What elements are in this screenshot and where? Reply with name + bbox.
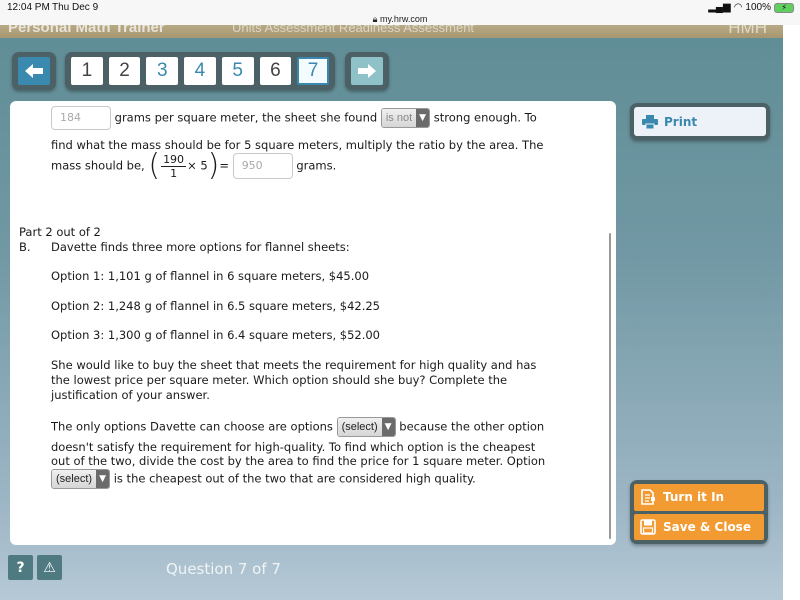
ios-status-bar: 12:04 PM Thu Dec 9 🔒︎ my.hrw.com ▂▄▆ ◠ 1… xyxy=(0,0,800,25)
part1-text2: strong enough. To xyxy=(433,110,537,125)
part-letter: B. xyxy=(19,240,31,254)
answer-text-a: The only options Davette can choose are … xyxy=(51,419,333,434)
prev-question-button[interactable] xyxy=(18,57,50,85)
next-group xyxy=(345,52,389,90)
status-time: 12:04 PM xyxy=(7,2,50,13)
report-problem-button[interactable]: ⚠ xyxy=(37,555,62,580)
part1-line3: mass should be, (190 1 × 5)= 950 grams. xyxy=(51,151,336,181)
page-button-2[interactable]: 2 xyxy=(108,57,141,85)
option-3: Option 3: 1,300 g of flannel in 6.4 squa… xyxy=(51,328,380,342)
strength-dropdown-value: is not xyxy=(381,109,417,127)
page-button-6[interactable]: 6 xyxy=(259,57,292,85)
part2-intro: Davette finds three more options for fla… xyxy=(51,240,350,254)
mass-input[interactable]: 950 xyxy=(232,153,293,179)
times-five: × 5 xyxy=(187,158,208,173)
question-panel: 184 grams per square meter, the sheet sh… xyxy=(10,101,616,545)
page-button-7[interactable]: 7 xyxy=(297,57,329,85)
answer-text-e: is the cheapest out of the two that are … xyxy=(113,471,476,486)
save-close-button[interactable]: Save & Close xyxy=(634,513,764,540)
part1-line1: 184 grams per square meter, the sheet sh… xyxy=(51,106,537,130)
turn-it-in-label: Turn it In xyxy=(663,490,725,505)
status-date: Thu Dec 9 xyxy=(52,2,99,13)
part-label: Part 2 out of 2 xyxy=(19,225,101,239)
app-header: Personal Math Trainer Units Assessment R… xyxy=(0,25,783,38)
arrow-left-icon xyxy=(25,64,43,78)
warning-icon: ⚠ xyxy=(43,559,56,576)
print-group: Print xyxy=(630,103,770,140)
brand-logo: HMH xyxy=(728,25,767,37)
grams-per-sqm-input[interactable]: 184 xyxy=(51,106,111,130)
status-indicators: ▂▄▆ ◠ 100% ⚡︎ xyxy=(708,2,794,13)
lock-icon: 🔒︎ xyxy=(372,14,378,24)
url-text: my.hrw.com xyxy=(379,14,428,24)
option-2: Option 2: 1,248 g of flannel in 6.5 squa… xyxy=(51,299,380,313)
page-button-4[interactable]: 4 xyxy=(184,57,216,85)
arrow-right-icon xyxy=(358,64,376,78)
answer-text-b: because the other option xyxy=(399,419,545,434)
equals-sign: = xyxy=(219,158,230,173)
next-question-button[interactable] xyxy=(351,57,383,85)
question-pagination: 1 2 3 4 5 6 7 xyxy=(65,52,335,90)
question-line-3: justification of your answer. xyxy=(51,388,210,402)
options-dropdown-value: (select) xyxy=(337,418,382,436)
question-line-2: the lowest price per square meter. Which… xyxy=(51,373,508,387)
fraction-numerator: 190 xyxy=(161,152,187,167)
print-label: Print xyxy=(664,114,698,129)
strength-dropdown[interactable]: is not ▼ xyxy=(380,108,431,128)
options-dropdown[interactable]: (select) ▼ xyxy=(336,417,396,437)
question-line-1: She would like to buy the sheet that mee… xyxy=(51,358,537,372)
page-button-5[interactable]: 5 xyxy=(221,57,254,85)
printer-icon xyxy=(642,114,658,129)
save-close-label: Save & Close xyxy=(663,519,751,534)
help-icon: ? xyxy=(16,559,25,576)
cheapest-option-dropdown-value: (select) xyxy=(52,470,97,488)
app-menu[interactable]: Units Assessment Readiness Assessment xyxy=(232,25,474,35)
help-button[interactable]: ? xyxy=(8,555,33,580)
answer-line-1: The only options Davette can choose are … xyxy=(51,417,544,437)
question-counter: Question 7 of 7 xyxy=(166,560,281,578)
prev-group xyxy=(12,52,56,90)
part1-line3-suffix: grams. xyxy=(296,158,337,173)
paren-close: ) xyxy=(207,148,220,183)
submit-actions: Turn it In Save & Close xyxy=(630,480,768,544)
fraction-denominator: 1 xyxy=(170,166,178,180)
fraction: 190 1 xyxy=(161,152,187,180)
answer-line-3: out of the two, divide the cost by the a… xyxy=(51,454,546,468)
chevron-down-icon: ▼ xyxy=(381,418,395,436)
floppy-disk-icon xyxy=(640,518,656,535)
option-1: Option 1: 1,101 g of flannel in 6 square… xyxy=(51,269,370,283)
paren-open: ( xyxy=(148,148,161,183)
scrollbar[interactable] xyxy=(609,233,611,539)
turn-it-in-button[interactable]: Turn it In xyxy=(634,484,764,511)
battery-icon: ⚡︎ xyxy=(774,2,794,13)
document-submit-icon xyxy=(641,489,655,506)
app-title: Personal Math Trainer xyxy=(8,25,165,36)
chevron-down-icon: ▼ xyxy=(96,470,110,488)
part1-line3-prefix: mass should be, xyxy=(51,158,145,173)
battery-percent: 100% xyxy=(745,2,771,13)
page-button-3[interactable]: 3 xyxy=(146,57,179,85)
url-bar[interactable]: 🔒︎ my.hrw.com xyxy=(0,14,800,25)
signal-icon: ▂▄▆ xyxy=(708,2,731,13)
part1-text1: grams per square meter, the sheet she fo… xyxy=(114,110,378,125)
print-button[interactable]: Print xyxy=(634,107,766,136)
app-window: Personal Math Trainer Units Assessment R… xyxy=(0,25,783,600)
page-button-1[interactable]: 1 xyxy=(71,57,103,85)
answer-line-4: (select) ▼ is the cheapest out of the tw… xyxy=(51,469,476,489)
answer-line-2: doesn't satisfy the requirement for high… xyxy=(51,440,536,454)
chevron-down-icon: ▼ xyxy=(416,109,430,127)
cheapest-option-dropdown[interactable]: (select) ▼ xyxy=(51,469,111,489)
wifi-icon: ◠ xyxy=(733,2,743,13)
